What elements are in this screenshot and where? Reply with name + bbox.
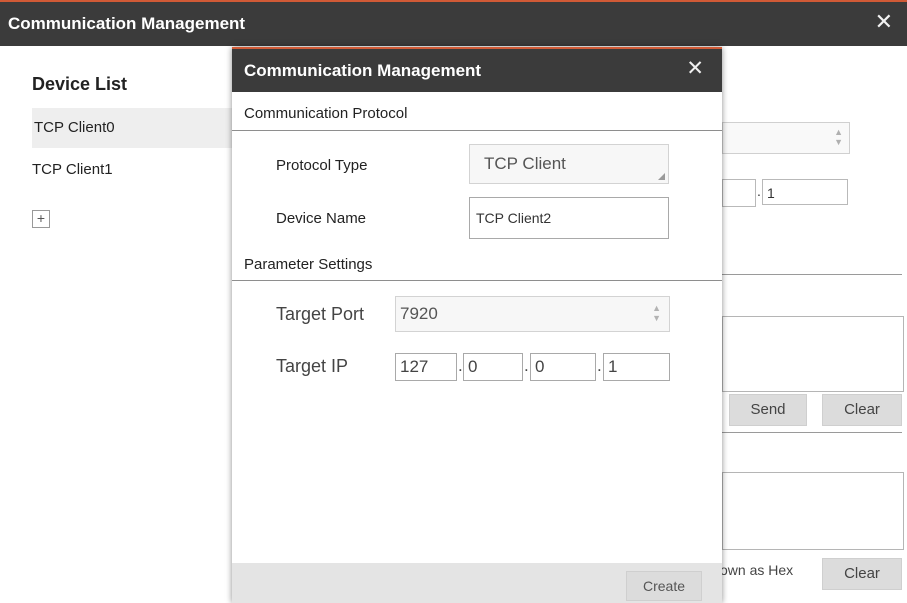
ip-dot: . — [524, 356, 529, 375]
device-list-item-label: TCP Client1 — [32, 161, 113, 178]
target-ip-octet-1[interactable]: 127 — [395, 353, 457, 381]
target-ip-octet-2[interactable]: 0 — [463, 353, 523, 381]
send-button[interactable]: Send — [729, 394, 807, 426]
target-ip-octet-3[interactable]: 0 — [530, 353, 596, 381]
main-title-bar: Communication Management — [0, 0, 907, 46]
background-ip-last-octet[interactable]: 1 — [762, 179, 848, 205]
clear-send-button[interactable]: Clear — [822, 394, 902, 426]
target-port-label: Target Port — [276, 304, 365, 324]
background-spinbox[interactable]: ▲ ▼ — [722, 122, 850, 154]
main-close-icon[interactable]: ✕ — [875, 8, 893, 36]
device-list-item-tcp-client1[interactable]: TCP Client1 — [32, 150, 232, 190]
ip-dot: . — [757, 183, 761, 199]
section-divider — [232, 280, 722, 281]
protocol-type-label: Protocol Type — [276, 157, 368, 174]
add-device-icon[interactable]: + — [32, 210, 50, 228]
show-as-hex-label[interactable]: own as Hex — [720, 562, 793, 578]
divider — [722, 274, 902, 275]
device-list-title: Device List — [32, 74, 128, 94]
section-communication-protocol: Communication Protocol — [244, 105, 408, 122]
dialog-title: Communication Management — [244, 61, 482, 80]
background-ip-segment[interactable] — [722, 179, 756, 207]
target-ip-octet-4[interactable]: 1 — [603, 353, 670, 381]
dialog-title-bar: Communication Management — [232, 47, 722, 92]
communication-management-dialog: Communication Management ✕ Communication… — [232, 47, 722, 603]
main-window-title: Communication Management — [8, 14, 246, 33]
target-port-spinbox[interactable]: 7920 ▲ ▼ — [395, 296, 670, 332]
receive-textarea[interactable] — [722, 472, 904, 550]
send-textarea[interactable] — [722, 316, 904, 392]
device-list-item-label: TCP Client0 — [34, 119, 115, 136]
target-ip-label: Target IP — [276, 356, 349, 376]
protocol-type-select[interactable]: TCP Client — [469, 144, 669, 184]
divider — [722, 432, 902, 433]
ip-dot: . — [597, 356, 602, 375]
device-list-item-tcp-client0[interactable]: TCP Client0 — [32, 108, 254, 148]
clear-receive-button[interactable]: Clear — [822, 558, 902, 590]
device-name-label: Device Name — [276, 210, 367, 227]
spin-arrows-icon[interactable]: ▲ ▼ — [652, 303, 661, 323]
dialog-close-icon[interactable]: ✕ — [686, 55, 704, 83]
spin-arrows-icon: ▲ ▼ — [834, 127, 843, 147]
section-divider — [232, 130, 722, 131]
protocol-type-value: TCP Client — [484, 154, 566, 173]
dropdown-corner-icon — [658, 173, 665, 180]
target-port-value: 7920 — [400, 304, 438, 323]
device-name-input[interactable]: TCP Client2 — [469, 197, 669, 239]
create-button[interactable]: Create — [626, 571, 702, 601]
section-parameter-settings: Parameter Settings — [244, 256, 373, 273]
